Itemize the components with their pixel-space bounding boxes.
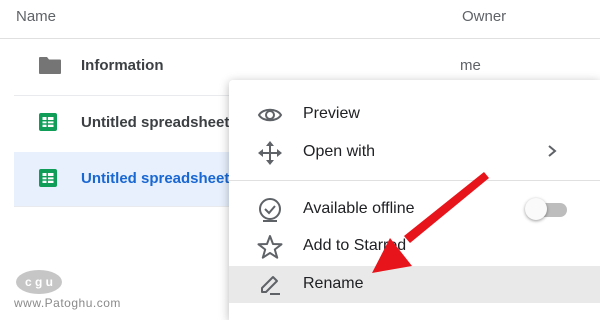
star-icon — [257, 234, 283, 260]
menu-item-add-to-starred[interactable]: Add to Starred — [229, 228, 600, 265]
file-name: Untitled spreadsheet — [81, 170, 230, 187]
watermark-logo: c g u — [16, 270, 62, 294]
toggle-knob — [525, 198, 547, 220]
menu-item-preview[interactable]: Preview — [229, 96, 600, 133]
offline-check-icon — [257, 197, 283, 223]
sheets-icon — [38, 168, 58, 193]
sheets-icon — [38, 112, 58, 137]
context-menu: Preview Open with Available offline Add … — [229, 80, 600, 320]
menu-item-open-with[interactable]: Open with — [229, 134, 600, 171]
move-arrows-icon — [257, 140, 283, 166]
menu-item-available-offline[interactable]: Available offline — [229, 191, 600, 228]
pencil-icon — [257, 272, 283, 298]
menu-item-label: Open with — [303, 143, 376, 160]
menu-item-label: Preview — [303, 105, 360, 122]
menu-item-label: Add to Starred — [303, 237, 407, 254]
file-name: Untitled spreadsheet — [81, 114, 230, 131]
name-column-header[interactable]: Name — [16, 8, 56, 25]
file-list-header: Name Owner — [0, 0, 600, 39]
menu-item-label: Rename — [303, 275, 364, 292]
menu-item-label: Available offline — [303, 200, 415, 217]
watermark-text: www.Patoghu.com — [14, 296, 121, 310]
offline-toggle[interactable] — [525, 198, 571, 220]
chevron-right-icon — [545, 143, 559, 164]
site-watermark: c g u www.Patoghu.com — [14, 270, 154, 310]
file-owner: me — [460, 57, 481, 74]
folder-icon — [38, 55, 62, 80]
file-name: Information — [81, 57, 164, 74]
owner-column-header[interactable]: Owner — [462, 8, 506, 25]
menu-divider — [229, 180, 600, 181]
menu-item-rename[interactable]: Rename — [229, 266, 600, 303]
eye-icon — [257, 102, 283, 128]
